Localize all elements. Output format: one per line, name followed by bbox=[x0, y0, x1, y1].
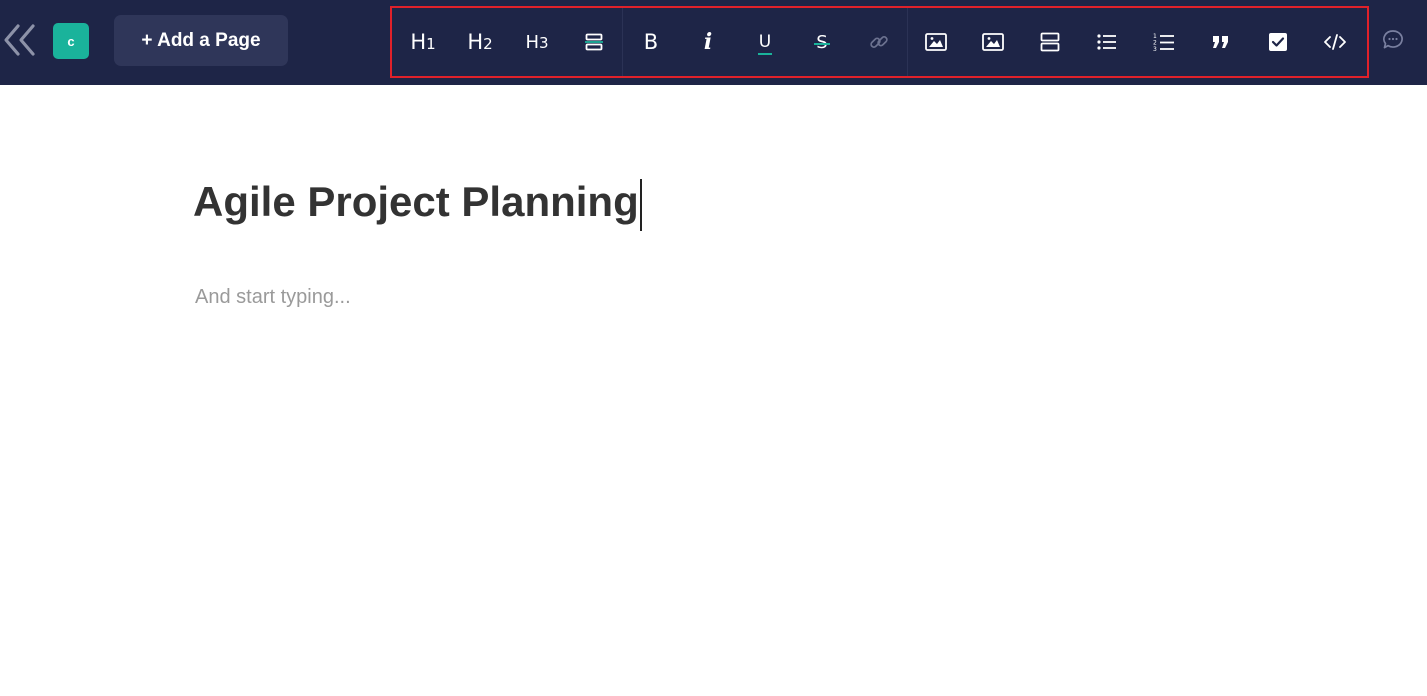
checkbox-icon bbox=[1269, 33, 1287, 51]
toolbar-divider bbox=[622, 8, 623, 76]
numbered-list-icon: 1 2 3 bbox=[1153, 33, 1174, 52]
horizontal-rule-icon bbox=[1040, 32, 1060, 52]
bold-icon: B bbox=[643, 30, 659, 54]
page-title[interactable]: Agile Project Planning bbox=[193, 174, 642, 231]
image-icon bbox=[982, 33, 1004, 51]
insert-gallery-button[interactable] bbox=[968, 8, 1018, 76]
workspace-avatar[interactable]: c bbox=[53, 23, 89, 59]
heading-2-button[interactable]: H2 bbox=[455, 8, 505, 76]
page-title-text: Agile Project Planning bbox=[193, 178, 639, 225]
top-bar: c + Add a Page H1 H2 H3 B i U 1 2 3 bbox=[0, 0, 1427, 85]
formatting-toolbar: H1 H2 H3 B i U 1 2 3 bbox=[390, 6, 1369, 78]
strikethrough-button[interactable]: S bbox=[797, 8, 847, 76]
underline-button[interactable]: U bbox=[740, 8, 790, 76]
code-icon bbox=[1324, 34, 1346, 50]
blockquote-button[interactable] bbox=[1196, 8, 1246, 76]
body-editor[interactable]: And start typing... bbox=[195, 283, 895, 311]
text-cursor bbox=[639, 178, 642, 231]
heading-2-label: H2 bbox=[467, 30, 493, 54]
quote-icon bbox=[1213, 36, 1228, 48]
insert-image-button[interactable] bbox=[911, 8, 961, 76]
comments-button[interactable] bbox=[1380, 27, 1406, 53]
insert-divider-button[interactable] bbox=[1025, 8, 1075, 76]
heading-1-label: H1 bbox=[410, 30, 436, 54]
italic-button[interactable]: i bbox=[683, 8, 733, 76]
heading-3-label: H3 bbox=[525, 31, 549, 53]
heading-1-button[interactable]: H1 bbox=[398, 8, 448, 76]
toolbar-divider bbox=[907, 8, 908, 76]
image-icon bbox=[925, 33, 947, 51]
bullet-list-icon bbox=[1097, 34, 1116, 50]
text-block-button[interactable] bbox=[569, 8, 619, 76]
svg-text:3: 3 bbox=[1153, 46, 1157, 52]
heading-3-button[interactable]: H3 bbox=[512, 8, 562, 76]
collapse-sidebar-button[interactable] bbox=[0, 22, 40, 58]
code-block-button[interactable] bbox=[1310, 8, 1360, 76]
bold-button[interactable]: B bbox=[626, 8, 676, 76]
underline-icon: U bbox=[757, 32, 773, 55]
add-page-button[interactable]: + Add a Page bbox=[114, 15, 288, 66]
italic-icon: i bbox=[703, 29, 713, 55]
link-icon bbox=[870, 36, 888, 48]
numbered-list-button[interactable]: 1 2 3 bbox=[1139, 8, 1189, 76]
link-button[interactable] bbox=[854, 8, 904, 76]
checklist-button[interactable] bbox=[1253, 8, 1303, 76]
bullet-list-button[interactable] bbox=[1082, 8, 1132, 76]
comment-icon bbox=[1383, 30, 1403, 49]
strikethrough-icon: S bbox=[814, 32, 830, 53]
block-divider-icon bbox=[585, 33, 603, 51]
double-chevron-left-icon bbox=[4, 24, 35, 56]
